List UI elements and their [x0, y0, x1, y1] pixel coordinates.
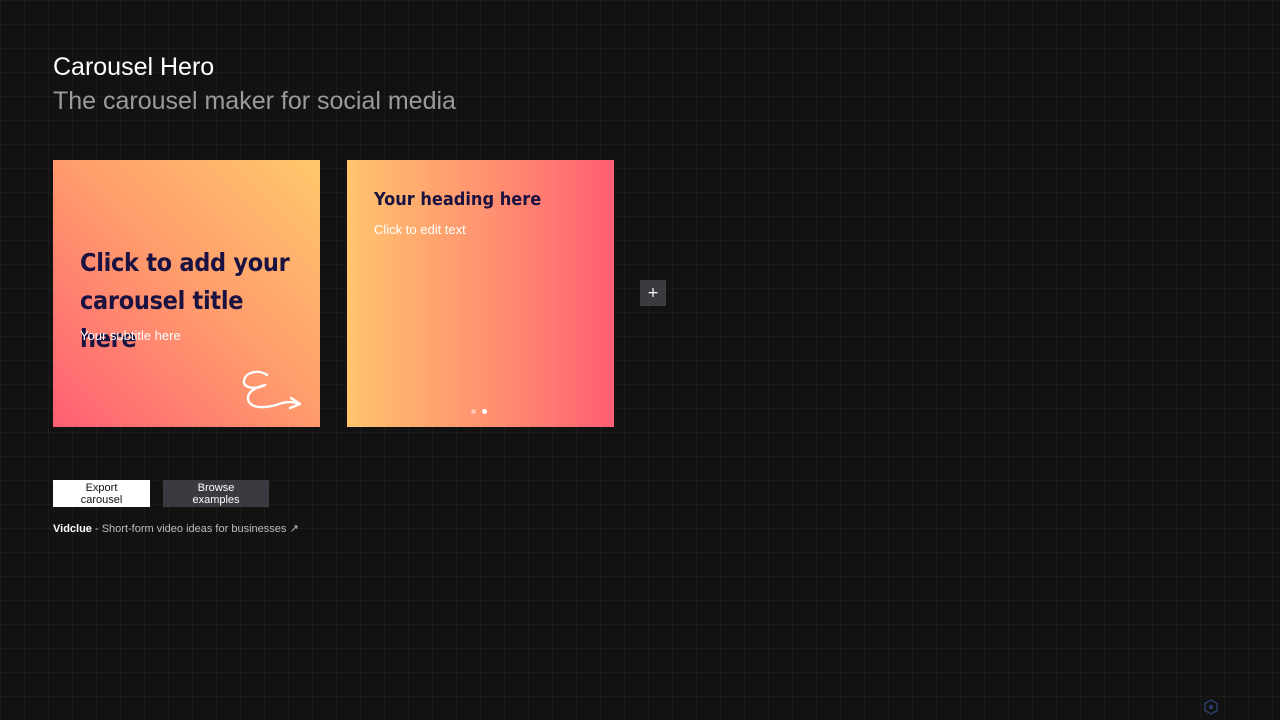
- slide-heading[interactable]: Your heading here: [374, 189, 541, 210]
- app-title: Carousel Hero: [53, 53, 215, 81]
- pagination-dot: [471, 409, 476, 414]
- slide-subtitle[interactable]: Your subtitle here: [80, 328, 181, 343]
- slide-2[interactable]: Your heading here Click to edit text: [347, 160, 614, 427]
- browse-examples-button[interactable]: Browse examples: [163, 480, 269, 507]
- slide-body-text[interactable]: Click to edit text: [374, 222, 466, 237]
- external-link-icon: ↗: [289, 523, 299, 535]
- add-slide-button[interactable]: +: [640, 280, 666, 306]
- footer-promo: Vidclue - Short-form video ideas for bus…: [53, 522, 299, 535]
- footer-brand: Vidclue: [53, 523, 92, 535]
- pagination-dot-active: [482, 409, 487, 414]
- footer-separator: -: [91, 523, 102, 535]
- swipe-arrow-icon: [242, 370, 302, 410]
- slide-1[interactable]: Click to add your carousel title here Yo…: [53, 160, 320, 427]
- footer-link[interactable]: Short-form video ideas for businesses: [102, 523, 287, 535]
- app-subtitle: The carousel maker for social media: [53, 87, 456, 115]
- hexagon-logo-icon[interactable]: [1203, 699, 1219, 715]
- export-carousel-button[interactable]: Export carousel: [53, 480, 150, 507]
- slide-pagination: [471, 409, 487, 414]
